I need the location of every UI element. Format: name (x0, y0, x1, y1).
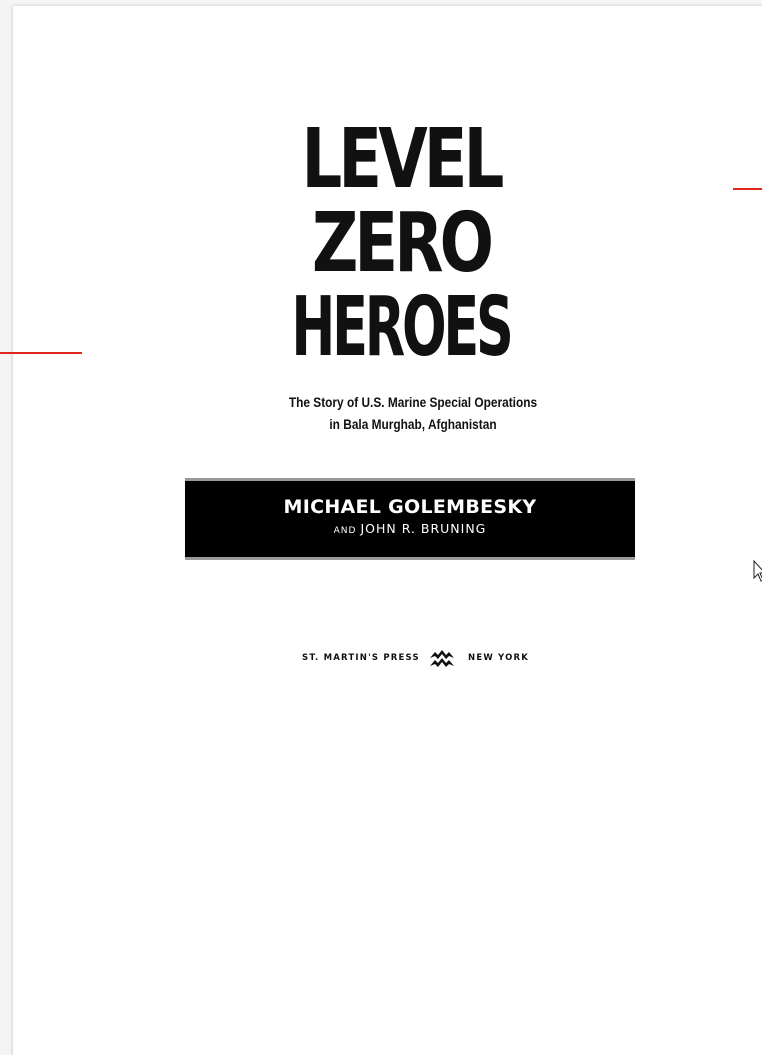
book-subtitle: The Story of U.S. Marine Special Operati… (61, 392, 762, 436)
publisher-imprint: ST. MARTIN'S PRESS NEW YORK (299, 646, 539, 670)
secondary-author-line: AND JOHN R. BRUNING (185, 521, 635, 539)
title-page: LEVEL ZERO HEROES The Story of U.S. Mari… (13, 6, 762, 1055)
right-margin-marker (733, 188, 762, 190)
secondary-author: JOHN R. BRUNING (360, 521, 487, 536)
book-title: LEVEL ZERO HEROES (13, 118, 762, 370)
primary-author: MICHAEL GOLEMBESKY (283, 496, 537, 518)
subtitle-line: in Bala Murghab, Afghanistan (329, 417, 497, 432)
publisher-name: ST. MARTIN'S PRESS (302, 653, 420, 663)
author-conjunction: AND (333, 526, 357, 536)
arrow-cursor-icon (753, 559, 762, 582)
author-band: MICHAEL GOLEMBESKY AND JOHN R. BRUNING (185, 478, 635, 560)
book-title-line: HEROES (291, 280, 513, 375)
document-viewer: LEVEL ZERO HEROES The Story of U.S. Mari… (0, 0, 762, 1055)
book-title-line: ZERO (311, 196, 494, 291)
subtitle-line: The Story of U.S. Marine Special Operati… (288, 395, 538, 410)
book-title-line: LEVEL (301, 112, 505, 207)
publisher-city: NEW YORK (468, 653, 530, 663)
st-martins-press-logo-icon (429, 647, 455, 669)
left-margin-marker (0, 352, 82, 354)
